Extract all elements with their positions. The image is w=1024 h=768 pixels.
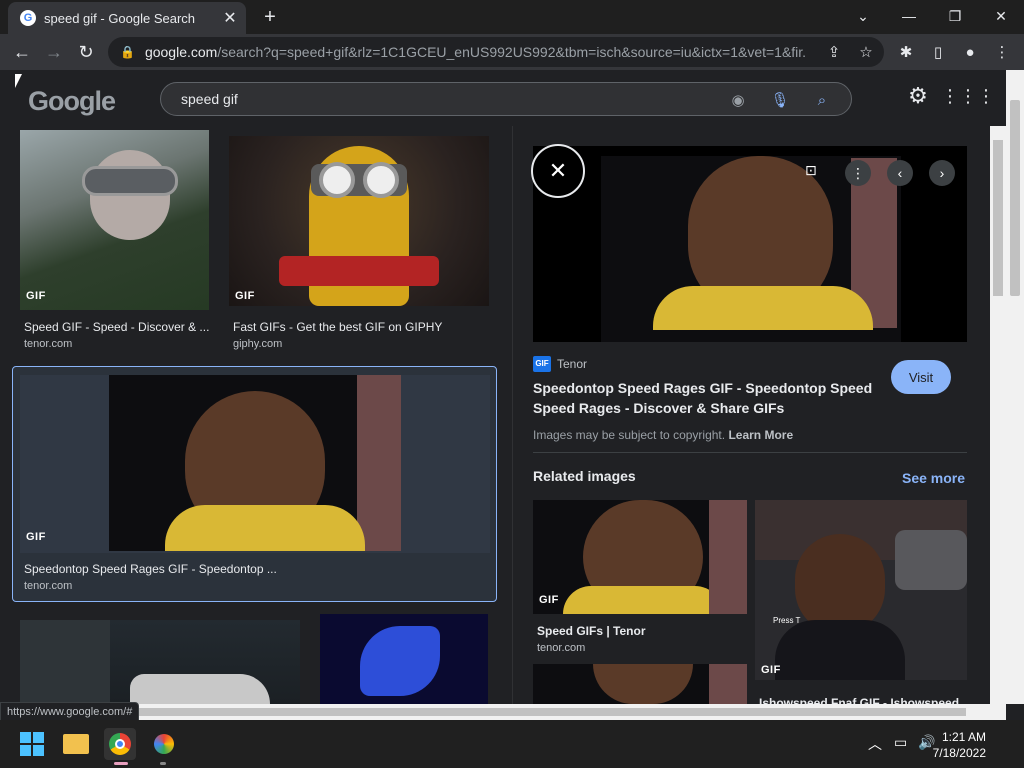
microphone-icon[interactable]: 🎙 (769, 89, 791, 111)
side-panel-icon[interactable]: ▯ (926, 40, 950, 64)
status-url: https://www.google.com/# (0, 702, 140, 722)
result-thumbnail[interactable] (20, 620, 300, 704)
image-results-grid: GIF Speed GIF - Speed - Discover & ... t… (0, 126, 506, 704)
new-tab-button[interactable]: + (258, 6, 282, 28)
clock-date: 7/18/2022 (932, 746, 986, 760)
result-title[interactable]: Speed GIF - Speed - Discover & ... (24, 320, 210, 334)
profile-icon[interactable]: ● (958, 40, 982, 64)
related-thumbnail[interactable]: Press T GIF (755, 500, 967, 680)
copyright-notice: Images may be subject to copyright. Lear… (533, 428, 794, 442)
preview-scrollbar-thumb[interactable] (993, 140, 1003, 296)
forward-button[interactable]: → (40, 38, 68, 66)
apps-grid-icon[interactable]: ⋮⋮⋮ (941, 84, 995, 108)
divider (533, 452, 967, 453)
menu-icon[interactable]: ⋮ (990, 40, 1014, 64)
more-options-icon[interactable]: ⋮ (845, 160, 871, 186)
next-image-icon[interactable]: › (929, 160, 955, 186)
search-icon[interactable]: ⌕ (811, 89, 833, 111)
address-bar[interactable]: 🔒 google.com/search?q=speed+gif&rlz=1C1G… (108, 37, 884, 67)
see-more-link[interactable]: See more (902, 470, 965, 486)
close-tab-icon[interactable]: ✕ (220, 8, 240, 28)
result-source[interactable]: tenor.com (24, 338, 72, 350)
visit-button[interactable]: Visit (891, 360, 951, 394)
extensions-icon[interactable]: ✱ (894, 40, 918, 64)
result-thumbnail[interactable] (320, 614, 488, 704)
browser-tab[interactable]: G speed gif - Google Search ✕ (8, 2, 246, 34)
source-favicon: GIF (533, 356, 551, 372)
selected-result-card[interactable]: GIF Speedontop Speed Rages GIF - Speedon… (12, 366, 497, 602)
previous-image-icon[interactable]: ‹ (887, 160, 913, 186)
horizontal-scrollbar[interactable] (0, 704, 1006, 720)
mouse-cursor (15, 74, 22, 88)
share-icon[interactable]: ⇪ (822, 40, 846, 64)
reload-button[interactable]: ↻ (72, 38, 100, 66)
clock-time: 1:21 AM (941, 730, 986, 744)
google-header: Google speed gif ◉ 🎙 ⌕ ⚙ ⋮⋮⋮ (0, 70, 1006, 126)
gif-badge: GIF (539, 594, 559, 606)
related-title[interactable]: Speed GIFs | Tenor (537, 624, 646, 638)
gif-badge: GIF (235, 290, 255, 302)
restore-button[interactable]: ❐ (932, 0, 978, 32)
system-clock[interactable]: 1:21 AM 7/18/2022 (933, 729, 986, 761)
preview-scrollbar[interactable] (990, 126, 1006, 704)
source-name[interactable]: Tenor (557, 357, 587, 371)
app-indicator (160, 762, 166, 765)
tab-title: speed gif - Google Search (44, 10, 196, 26)
gif-badge: GIF (761, 664, 781, 676)
related-thumbnail[interactable]: GIF (533, 500, 747, 614)
related-source[interactable]: tenor.com (537, 642, 585, 654)
result-title[interactable]: Fast GIFs - Get the best GIF on GIPHY (233, 320, 493, 334)
preview-title[interactable]: Speedontop Speed Rages GIF - Speedontop … (533, 378, 883, 418)
show-hidden-icons-icon[interactable]: ︿ (868, 734, 882, 754)
camera-icon[interactable]: ◉ (727, 89, 749, 111)
result-source[interactable]: giphy.com (233, 338, 282, 350)
result-thumbnail[interactable]: GIF (229, 136, 489, 306)
minimize-button[interactable]: — (886, 0, 932, 32)
search-input[interactable]: speed gif (181, 91, 238, 107)
back-button[interactable]: ← (8, 38, 36, 66)
bookmark-star-icon[interactable]: ☆ (854, 40, 878, 64)
horizontal-scrollbar-thumb[interactable] (16, 708, 966, 716)
lock-icon: 🔒 (120, 45, 135, 59)
google-favicon-icon: G (20, 10, 36, 26)
result-title[interactable]: Speedontop Speed Rages GIF - Speedontop … (24, 562, 324, 576)
tab-search-icon[interactable]: ⌄ (840, 0, 886, 32)
title-bar: G speed gif - Google Search ✕ + ⌄ — ❐ ✕ (0, 0, 1024, 34)
gif-badge: GIF (26, 290, 46, 302)
page-scrollbar[interactable] (1006, 70, 1024, 704)
windows-start-icon[interactable] (16, 728, 48, 760)
result-thumbnail[interactable]: GIF (20, 375, 490, 553)
learn-more-link[interactable]: Learn More (728, 428, 793, 442)
taskbar: ︿ ▭ 🔊 1:21 AM 7/18/2022 (0, 720, 1024, 768)
active-app-indicator (114, 762, 128, 765)
settings-gear-icon[interactable]: ⚙ (906, 83, 930, 108)
gif-badge: GIF (26, 531, 46, 543)
related-thumbnail[interactable] (533, 664, 747, 704)
lens-icon[interactable]: ⊡ (805, 162, 829, 186)
close-preview-button[interactable]: ✕ (531, 144, 585, 198)
search-box[interactable]: speed gif ◉ 🎙 ⌕ (160, 82, 852, 116)
browser-toolbar: ← → ↻ 🔒 google.com/search?q=speed+gif&rl… (0, 34, 1024, 70)
close-window-button[interactable]: ✕ (978, 0, 1024, 32)
page-scrollbar-thumb[interactable] (1010, 100, 1020, 296)
related-title[interactable]: Ishowspeed Fnaf GIF - Ishowspeed ... (759, 696, 965, 704)
google-logo[interactable]: Google (28, 86, 116, 117)
image-preview-panel: ✕ ⊡ ⋮ ‹ › GIF Tenor Speedontop Speed Rag… (512, 126, 990, 704)
network-icon[interactable]: ▭ (894, 734, 907, 751)
file-explorer-icon[interactable] (60, 728, 92, 760)
result-thumbnail[interactable]: GIF (20, 130, 209, 310)
overlay-text: Press T (773, 616, 801, 625)
url-text: google.com/search?q=speed+gif&rlz=1C1GCE… (144, 44, 805, 60)
color-app-icon[interactable] (148, 728, 180, 760)
result-source[interactable]: tenor.com (24, 580, 72, 592)
related-images-heading: Related images (533, 468, 636, 484)
chrome-icon[interactable] (104, 728, 136, 760)
